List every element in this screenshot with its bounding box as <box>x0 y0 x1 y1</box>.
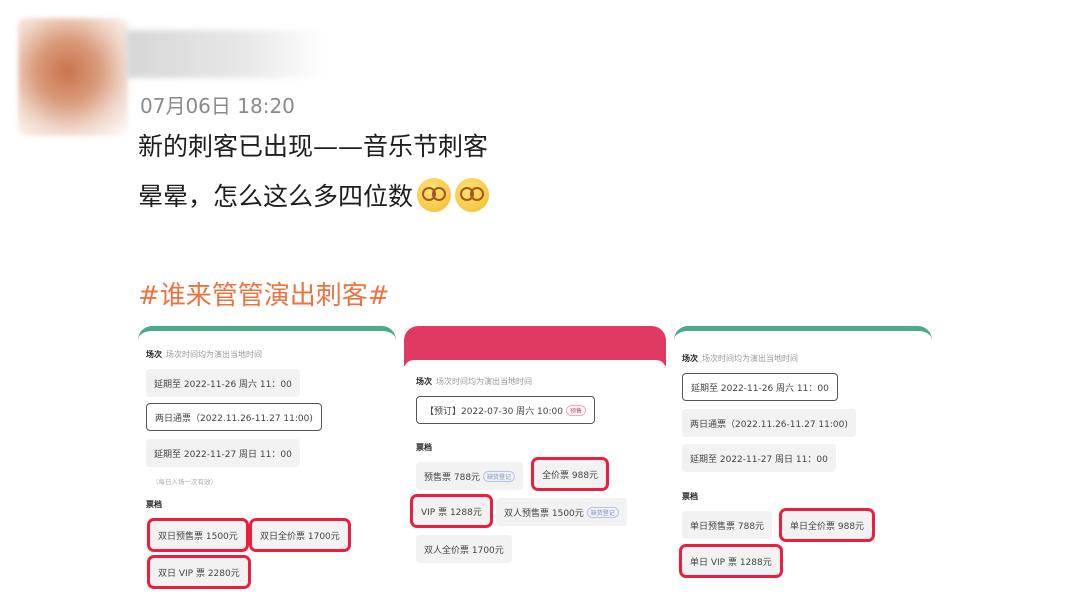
username-blurred[interactable] <box>126 30 326 78</box>
stockout-tag: 缺货登记 <box>586 506 619 518</box>
tier-option[interactable]: VIP 票 1288元 <box>410 494 493 528</box>
session-option[interactable]: 延期至 2022-11-27 周日 11：00 <box>682 444 836 472</box>
post-time: 07月06日 18:20 <box>140 94 295 118</box>
tier-option[interactable]: 单日 VIP 票 1288元 <box>679 544 783 578</box>
tier-label: 票档 <box>682 492 698 501</box>
tier-option[interactable]: 双日预售票 1500元 <box>147 518 249 552</box>
tier-option[interactable]: 预售票 788元 缺货登记 <box>416 462 524 490</box>
stockout-tag: 缺货登记 <box>483 470 516 482</box>
session-option[interactable]: 两日通票（2022.11.26-11.27 11:00) <box>682 409 856 437</box>
tier-label: 票档 <box>416 443 432 452</box>
session-note: （每日入场一次有效） <box>152 478 217 486</box>
presale-tag: 预售 <box>565 404 586 416</box>
session-option[interactable]: 延期至 2022-11-27 周日 11：00 <box>146 439 300 467</box>
tier-option[interactable]: 单日全价票 988元 <box>778 508 876 542</box>
session-option-selected[interactable]: 【预订】2022-07-30 周六 10:00 预售 <box>416 396 595 424</box>
tier-option[interactable]: 双日 VIP 票 2280元 <box>147 555 251 589</box>
tier-option-label: 双人预售票 1500元 <box>504 508 584 519</box>
tier-option-label: 预售票 788元 <box>424 472 481 483</box>
tier-label: 票档 <box>146 500 162 509</box>
tier-option[interactable]: 全价票 988元 <box>530 457 610 491</box>
avatar[interactable] <box>18 18 128 136</box>
dizzy-face-emoji-icon <box>455 178 490 212</box>
ticket-screenshot-1[interactable]: 场次 场次时间均为演出当地时间 延期至 2022-11-26 周六 11：00 两… <box>138 326 396 594</box>
tier-option[interactable]: 双人全价票 1700元 <box>416 535 512 563</box>
tier-option[interactable]: 单日预售票 788元 <box>682 511 773 539</box>
session-option-selected[interactable]: 延期至 2022-11-26 周六 11：00 <box>682 373 838 401</box>
ticket-screenshot-2[interactable]: 场次 场次时间均为演出当地时间 【预订】2022-07-30 周六 10:00 预… <box>404 326 666 594</box>
session-label: 场次 场次时间均为演出当地时间 <box>146 350 262 359</box>
tier-option[interactable]: 双日全价票 1700元 <box>249 518 351 552</box>
session-option-label: 【预订】2022-07-30 周六 10:00 <box>425 406 563 417</box>
session-label: 场次 场次时间均为演出当地时间 <box>416 377 532 386</box>
post-text-line2: 晕晕，怎么这么多四位数 <box>138 177 490 213</box>
ticket-screenshot-3[interactable]: 场次 场次时间均为演出当地时间 延期至 2022-11-26 周六 11：00 两… <box>674 326 932 594</box>
session-option-selected[interactable]: 两日通票（2022.11.26-11.27 11:00) <box>146 403 322 431</box>
hashtag-link[interactable]: #谁来管管演出刺客# <box>138 275 390 312</box>
dizzy-face-emoji-icon <box>417 178 452 212</box>
session-option[interactable]: 延期至 2022-11-26 周六 11：00 <box>146 369 300 397</box>
tier-option[interactable]: 双人预售票 1500元 缺货登记 <box>496 498 627 526</box>
post-text-line1: 新的刺客已出现——音乐节刺客 <box>138 132 489 161</box>
post-text-line2-text: 晕晕，怎么这么多四位数 <box>138 182 414 211</box>
session-label: 场次 场次时间均为演出当地时间 <box>682 354 798 363</box>
